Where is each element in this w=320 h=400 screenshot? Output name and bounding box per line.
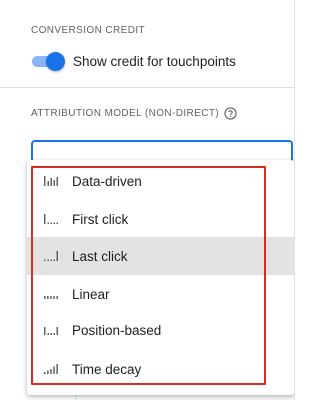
bars-data-driven-icon (44, 176, 58, 186)
option-first-click[interactable]: First click (27, 200, 294, 238)
option-label: Last click (72, 248, 128, 264)
conversion-credit-heading: CONVERSION CREDIT (31, 25, 146, 36)
option-label: Time decay (72, 361, 142, 377)
show-credit-toggle-row[interactable]: Show credit for touchpoints (31, 51, 236, 71)
option-label: Position-based (72, 322, 162, 338)
section-divider (0, 87, 294, 88)
option-time-decay[interactable]: Time decay (27, 350, 294, 388)
option-label: Data-driven (72, 173, 142, 189)
scrollbar-track[interactable] (294, 0, 304, 400)
help-circle-icon[interactable] (224, 107, 237, 120)
option-label: Linear (72, 286, 110, 302)
option-data-driven[interactable]: Data-driven (27, 162, 294, 200)
option-last-click[interactable]: Last click (27, 237, 294, 275)
bars-time-decay-icon (44, 364, 58, 374)
option-linear[interactable]: Linear (27, 275, 294, 313)
show-credit-toggle-label[interactable]: Show credit for touchpoints (73, 54, 236, 69)
bars-first-click-icon (44, 214, 58, 224)
attribution-model-heading-text: ATTRIBUTION MODEL (NON-DIRECT) (31, 108, 220, 119)
show-credit-toggle[interactable] (31, 51, 65, 71)
option-label: First click (72, 211, 129, 227)
toggle-knob (46, 52, 65, 71)
attribution-model-heading: ATTRIBUTION MODEL (NON-DIRECT) (31, 107, 237, 120)
attribution-model-dropdown[interactable]: Data-driven First click Last click Linea… (27, 160, 294, 395)
bars-last-click-icon (44, 251, 58, 261)
attribution-settings-panel: CONVERSION CREDIT Show credit for touchp… (0, 0, 294, 400)
option-position-based[interactable]: Position-based (27, 311, 294, 349)
bars-position-based-icon (44, 327, 58, 335)
bars-linear-icon (44, 296, 58, 299)
